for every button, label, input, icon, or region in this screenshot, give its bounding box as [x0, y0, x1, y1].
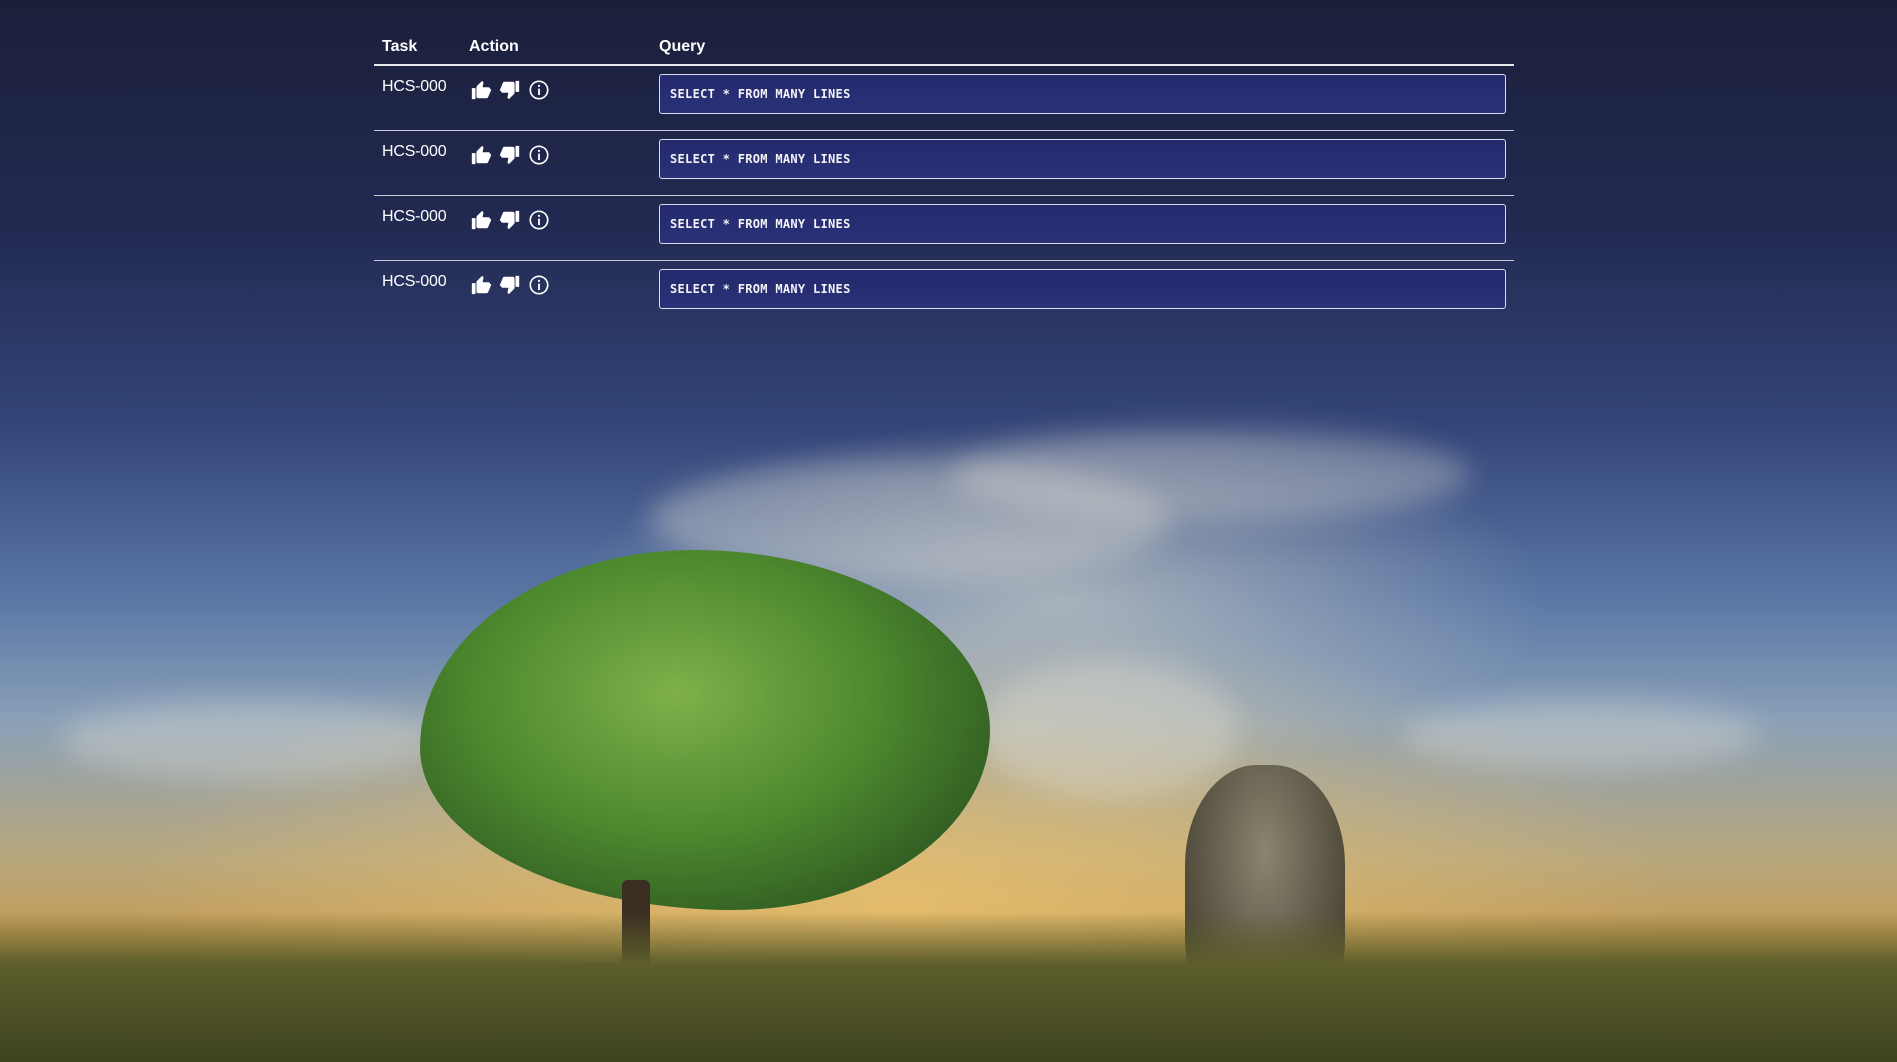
action-group [469, 261, 659, 297]
table-row: HCS-000 SELECT * FROM MANY LINES [374, 131, 1514, 196]
thumbs-down-icon[interactable] [498, 208, 522, 232]
header-action: Action [469, 37, 519, 55]
table-row: HCS-000 SELECT * FROM MANY LINES [374, 196, 1514, 261]
cloud [950, 430, 1470, 520]
query-field[interactable]: SELECT * FROM MANY LINES [659, 139, 1506, 179]
thumbs-down-icon[interactable] [498, 143, 522, 167]
task-id: HCS-000 [382, 143, 447, 160]
thumbs-down-icon[interactable] [498, 78, 522, 102]
action-group [469, 196, 659, 232]
task-id: HCS-000 [382, 208, 447, 225]
table-row: HCS-000 SELECT * FROM MANY LINES [374, 261, 1514, 326]
info-icon[interactable] [527, 273, 551, 297]
info-icon[interactable] [527, 78, 551, 102]
tree-canopy [420, 550, 990, 910]
thumbs-up-icon[interactable] [469, 208, 493, 232]
query-field[interactable]: SELECT * FROM MANY LINES [659, 204, 1506, 244]
header-task: Task [382, 37, 418, 55]
task-id: HCS-000 [382, 273, 447, 290]
action-group [469, 131, 659, 167]
table-row: HCS-000 SELECT * FROM MANY LINES [374, 66, 1514, 131]
thumbs-up-icon[interactable] [469, 143, 493, 167]
cloud [650, 460, 1170, 580]
thumbs-up-icon[interactable] [469, 78, 493, 102]
thumbs-up-icon[interactable] [469, 273, 493, 297]
elephant [1185, 765, 1345, 1015]
query-field[interactable]: SELECT * FROM MANY LINES [659, 74, 1506, 114]
action-group [469, 66, 659, 102]
task-id: HCS-000 [382, 78, 447, 95]
table-header: Task Action Query [374, 29, 1514, 66]
cloud [60, 700, 440, 780]
tree-trunk [622, 880, 650, 980]
header-query: Query [659, 37, 706, 55]
cloud [980, 660, 1240, 800]
grass-field [0, 912, 1897, 1062]
query-field[interactable]: SELECT * FROM MANY LINES [659, 269, 1506, 309]
thumbs-down-icon[interactable] [498, 273, 522, 297]
task-table: Task Action Query HCS-000 SELECT * FROM … [374, 29, 1514, 326]
info-icon[interactable] [527, 143, 551, 167]
info-icon[interactable] [527, 208, 551, 232]
cloud [1400, 700, 1760, 770]
